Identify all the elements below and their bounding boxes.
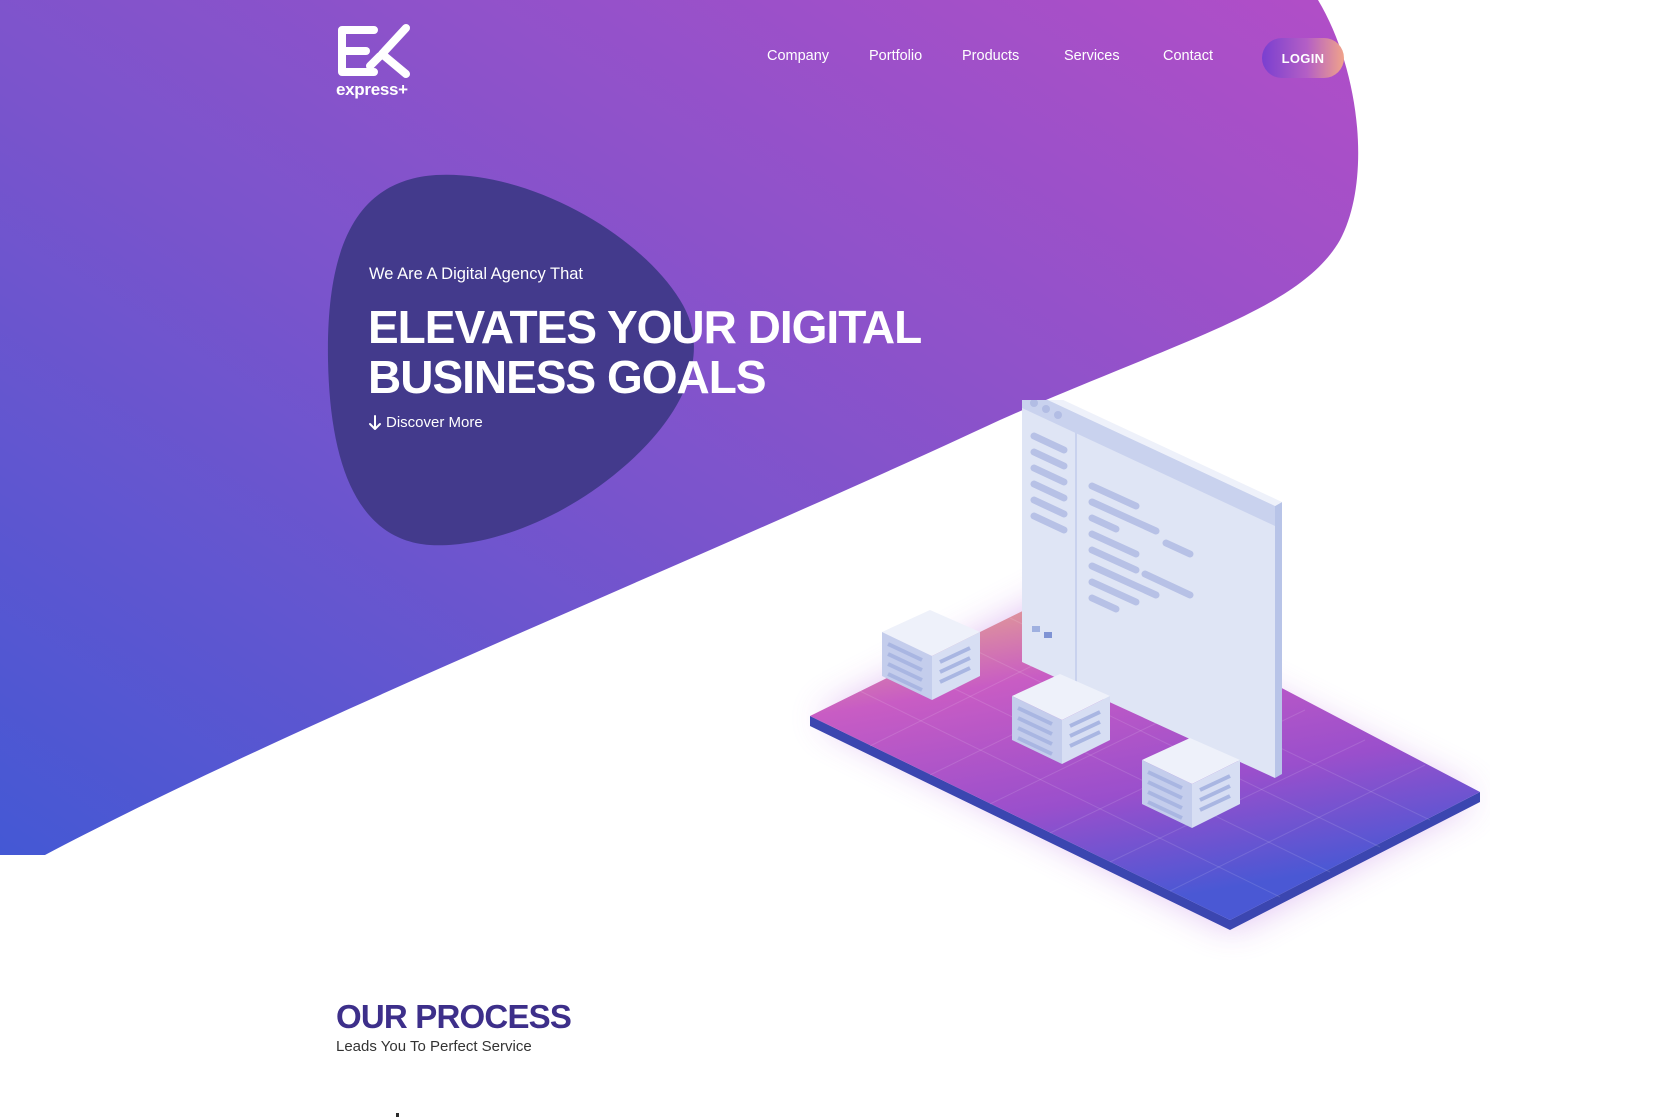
hero-headline: ELEVATES YOUR DIGITAL BUSINESS GOALS	[368, 301, 922, 403]
discover-more-link[interactable]: Discover More	[368, 414, 483, 431]
nav-item-portfolio[interactable]: Portfolio	[869, 48, 922, 64]
login-button[interactable]: LOGIN	[1262, 38, 1344, 78]
hero-tagline: We Are A Digital Agency That	[369, 265, 584, 283]
discover-more-label: Discover More	[386, 414, 483, 431]
nav-item-company[interactable]: Company	[767, 48, 829, 64]
isometric-server-illustration	[810, 400, 1480, 930]
main-nav: Company Portfolio Products Services Cont…	[0, 48, 1680, 68]
hero-headline-line-1: ELEVATES YOUR DIGITAL	[368, 301, 922, 353]
process-content-start	[396, 1113, 399, 1117]
hero-headline-line-2: BUSINESS GOALS	[368, 351, 767, 403]
nav-item-services[interactable]: Services	[1064, 48, 1120, 64]
logo-wordmark: express+	[336, 80, 408, 99]
nav-item-products[interactable]: Products	[962, 48, 1019, 64]
arrow-down-icon	[369, 414, 381, 430]
process-title: OUR PROCESS	[336, 998, 572, 1035]
nav-item-contact[interactable]: Contact	[1163, 48, 1213, 64]
process-subtitle: Leads You To Perfect Service	[336, 1038, 532, 1055]
